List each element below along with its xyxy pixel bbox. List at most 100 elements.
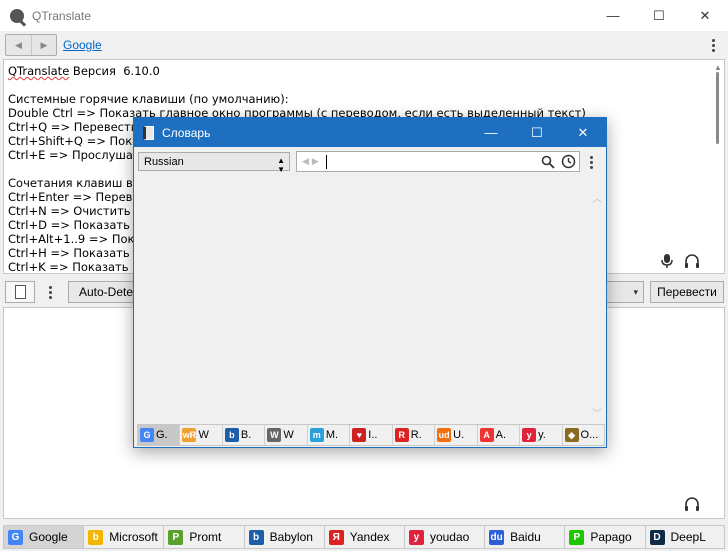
- version-text: Версия 6.10.0: [69, 64, 160, 78]
- dictionary-tab-label: W: [198, 429, 209, 441]
- chevron-down-icon: ▾: [633, 287, 638, 297]
- updown-arrows-icon: ▲ ▼: [277, 156, 285, 174]
- headphones-icon[interactable]: [684, 496, 700, 512]
- service-tab-youdao[interactable]: y youdao: [403, 525, 485, 549]
- wordreference-icon: wR: [182, 428, 197, 442]
- promt-icon: P: [168, 529, 184, 545]
- window-controls: — ☐ ✕: [590, 0, 728, 31]
- service-tab-label: Google: [29, 530, 68, 544]
- dictionary-tab-g-0[interactable]: G G.: [138, 425, 181, 445]
- scroll-up-icon[interactable]: ︿: [592, 190, 602, 205]
- service-tab-deepl[interactable]: D DeepL: [644, 525, 725, 549]
- history-clock-icon[interactable]: [561, 154, 576, 169]
- service-tab-label: Microsoft: [109, 530, 158, 544]
- dictionary-tab-u-7[interactable]: ud U.: [435, 425, 478, 445]
- text-caret: [325, 154, 327, 169]
- dictionary-tab-label: I..: [368, 429, 378, 441]
- dictionary-tab-y-9[interactable]: y y.: [520, 425, 563, 445]
- service-tab-baidu[interactable]: du Baidu: [484, 525, 565, 549]
- service-tab-label: Promt: [189, 530, 222, 544]
- title-bar: QTranslate — ☐ ✕: [0, 0, 728, 31]
- headphones-icon[interactable]: [684, 253, 700, 269]
- dictionary-result-area[interactable]: ︿ ﹀: [138, 180, 604, 420]
- dictionary-tab-o-10[interactable]: ◆ O...: [563, 425, 604, 445]
- dictionary-tab-w-3[interactable]: WW: [265, 425, 308, 445]
- app-name-word: QTranslate: [8, 64, 70, 78]
- youdao-icon: y: [408, 529, 424, 545]
- dictionary-tab-a-8[interactable]: A A.: [478, 425, 521, 445]
- dictionary-title: Словарь: [162, 125, 211, 140]
- document-icon: [14, 285, 26, 299]
- microphone-icon[interactable]: [660, 253, 674, 269]
- dictionary-scrollbar[interactable]: ︿ ﹀: [592, 180, 604, 420]
- service-tab-google[interactable]: G Google: [3, 525, 84, 549]
- dictionary-window-controls: — ☐ ✕: [468, 118, 606, 147]
- ineedict-icon: ♥: [352, 428, 367, 442]
- book-icon: [143, 125, 154, 140]
- history-nav: ◀ ▶: [5, 34, 57, 56]
- new-document-button[interactable]: [5, 281, 35, 303]
- dictionary-minimize-button[interactable]: —: [468, 118, 514, 147]
- service-tab-promt[interactable]: P Promt: [163, 525, 244, 549]
- service-tab-label: Papago: [590, 530, 632, 544]
- dictionary-tab-label: G.: [156, 429, 168, 441]
- reverso-icon: R: [394, 428, 409, 442]
- qtranslate-app-icon: [10, 8, 24, 23]
- dictionary-tab-b-2[interactable]: b B.: [223, 425, 266, 445]
- dictionary-tab-m-4[interactable]: m M.: [308, 425, 351, 445]
- source-actions: [660, 253, 700, 269]
- dictionary-tab-label: A.: [495, 429, 507, 441]
- service-tab-papago[interactable]: P Papago: [564, 525, 645, 549]
- forward-button[interactable]: ▶: [31, 35, 56, 55]
- other-icon: ◆: [564, 428, 579, 442]
- menu-kebab-icon[interactable]: [706, 35, 720, 55]
- dictionary-tab-label: B.: [240, 429, 252, 441]
- scroll-thumb[interactable]: [716, 72, 719, 144]
- youdao-icon: y: [522, 428, 537, 442]
- dictionary-tab-label: O...: [580, 429, 599, 441]
- dictionary-language-select[interactable]: Russian ▲ ▼: [138, 152, 290, 174]
- service-link[interactable]: Google: [63, 38, 102, 52]
- babylon-icon: b: [248, 529, 264, 545]
- dictionary-maximize-button[interactable]: ☐: [514, 118, 560, 147]
- dictionary-tab-label: W: [283, 429, 294, 441]
- service-tab-babylon[interactable]: b Babylon: [243, 525, 324, 549]
- back-button[interactable]: ◀: [6, 35, 31, 55]
- scroll-up-icon[interactable]: ▲: [714, 63, 722, 72]
- dictionary-tab-w-1[interactable]: wR W: [180, 425, 223, 445]
- search-icon[interactable]: [541, 155, 555, 169]
- dictionary-search-actions: [541, 154, 576, 169]
- dictionary-history-nav-icon[interactable]: ◀▶: [302, 156, 322, 167]
- source-scrollbar[interactable]: ▲: [712, 60, 724, 273]
- service-tab-microsoft[interactable]: b Microsoft: [83, 525, 164, 549]
- source-line: [8, 78, 724, 92]
- bing-icon: b: [88, 529, 104, 545]
- dictionary-close-button[interactable]: ✕: [560, 118, 606, 147]
- google-icon: G: [140, 428, 154, 442]
- wikipedia-icon: W: [267, 428, 282, 442]
- dictionary-search-box[interactable]: ◀▶: [296, 151, 580, 172]
- dictionary-language-value: Russian: [144, 155, 184, 168]
- scroll-down-icon[interactable]: ﹀: [592, 405, 602, 420]
- service-tabs: G Google b Microsoft P Promt b Babylon Я Yandex y y…: [3, 525, 725, 549]
- service-tab-label: Baidu: [510, 530, 541, 544]
- dictionary-tab-r-6[interactable]: R R.: [393, 425, 436, 445]
- dictionary-tab-label: M.: [325, 429, 339, 441]
- service-tab-label: DeepL: [670, 530, 706, 544]
- google-icon: G: [8, 529, 23, 545]
- service-tab-label: youdao: [429, 530, 470, 544]
- dictionary-menu-kebab-icon[interactable]: [584, 152, 598, 172]
- dictionary-title-bar: Словарь — ☐ ✕: [134, 118, 606, 147]
- service-tab-yandex[interactable]: Я Yandex: [323, 525, 404, 549]
- babylon-icon: b: [224, 428, 239, 442]
- options-kebab-icon[interactable]: [43, 282, 57, 302]
- source-line: QTranslate Версия 6.10.0: [8, 64, 724, 78]
- source-line: Системные горячие клавиши (по умолчанию)…: [8, 92, 289, 106]
- dictionary-tab-i-5[interactable]: ♥ I..: [350, 425, 393, 445]
- translate-button[interactable]: Перевести: [650, 281, 724, 303]
- maximize-button[interactable]: ☐: [636, 0, 682, 31]
- dictionary-tab-label: y.: [538, 429, 546, 441]
- minimize-button[interactable]: —: [590, 0, 636, 31]
- main-toolbar: ◀ ▶ Google: [0, 32, 728, 58]
- close-button[interactable]: ✕: [682, 0, 728, 31]
